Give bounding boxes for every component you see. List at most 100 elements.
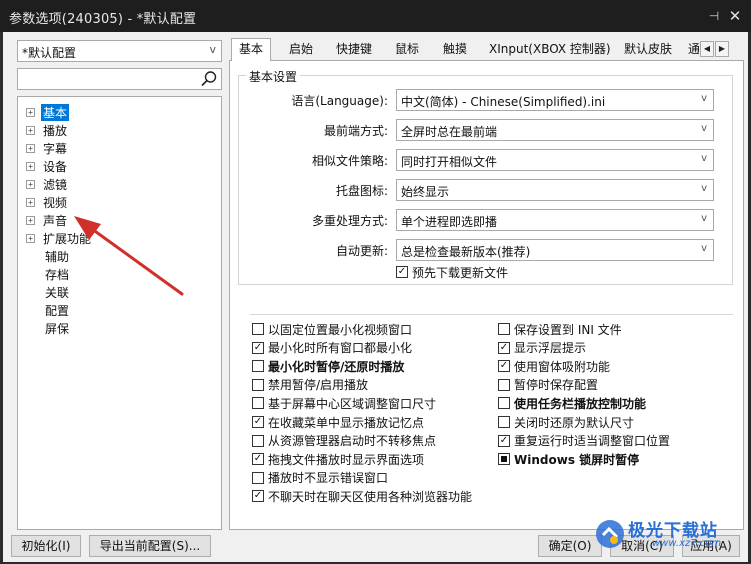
option-checkbox[interactable]: ✓ 使用窗体吸附功能 (498, 358, 610, 374)
chevron-down-icon: v (701, 213, 707, 224)
checkbox-box[interactable]: ✓ (498, 434, 510, 447)
similar-files-value: 同时打开相似文件 (401, 155, 498, 169)
tab-default-skin[interactable]: 默认皮肤 (617, 39, 679, 60)
option-label: Windows 锁屏时暂停 (514, 452, 640, 467)
similar-files-select[interactable]: 同时打开相似文件 v (396, 149, 714, 171)
topmost-select[interactable]: 全屏时总在最前端 v (396, 119, 714, 141)
predownload-checkbox[interactable]: ✓ 预先下载更新文件 (396, 264, 508, 280)
tab-startup[interactable]: 启始 (282, 39, 320, 60)
tab-mouse[interactable]: 鼠标 (388, 39, 426, 60)
tree-item-video[interactable]: + 视频 (26, 194, 69, 211)
option-checkbox[interactable]: 暂停时保存配置 (498, 377, 598, 393)
tree-item-subtitles[interactable]: + 字幕 (26, 140, 69, 157)
checkbox-box[interactable]: ✓ (498, 360, 510, 373)
option-checkbox[interactable]: 最小化时暂停/还原时播放 (252, 358, 404, 374)
checkbox-box[interactable]: ✓ (252, 490, 264, 503)
checkbox-box[interactable] (498, 453, 510, 466)
expand-icon[interactable]: + (26, 126, 35, 135)
option-label: 以固定位置最小化视频窗口 (268, 322, 413, 337)
tree-item-assist[interactable]: 辅助 (43, 248, 71, 265)
option-checkbox[interactable]: Windows 锁屏时暂停 (498, 451, 639, 467)
expand-icon[interactable]: + (26, 144, 35, 153)
option-label: 暂停时保存配置 (514, 378, 599, 393)
option-checkbox[interactable]: 播放时不显示错误窗口 (252, 470, 388, 486)
search-icon[interactable] (200, 70, 218, 88)
tab-xinput[interactable]: XInput(XBOX 控制器) (482, 39, 618, 60)
checkbox-box[interactable]: ✓ (252, 416, 264, 428)
multi-process-select[interactable]: 单个进程即选即播 v (396, 209, 714, 231)
option-label: 从资源管理器启动时不转移焦点 (268, 434, 437, 449)
tree-item-filters[interactable]: + 滤镜 (26, 176, 69, 193)
option-label: 拖拽文件播放时显示界面选项 (268, 452, 425, 467)
tab-touch[interactable]: 触摸 (436, 39, 474, 60)
tree-item-config[interactable]: 配置 (43, 302, 71, 319)
search-field[interactable] (17, 68, 222, 90)
language-select[interactable]: 中文(简体) - Chinese(Simplified).ini v (396, 89, 714, 111)
checkbox-box[interactable] (252, 360, 264, 373)
tree-item-screensaver[interactable]: 屏保 (43, 320, 71, 337)
tab-shortcuts[interactable]: 快捷键 (329, 39, 379, 60)
tree-item-label: 辅助 (45, 250, 70, 264)
tree-item-playback[interactable]: + 播放 (26, 122, 69, 139)
expand-icon[interactable]: + (26, 108, 35, 117)
profile-select[interactable]: *默认配置 v (17, 40, 222, 62)
expand-icon[interactable]: + (26, 198, 35, 207)
option-checkbox[interactable]: 关闭时还原为默认尺寸 (498, 414, 634, 430)
tree-item-extensions[interactable]: + 扩展功能 (26, 230, 93, 247)
tab-scroll-left-icon[interactable]: ◀ (700, 41, 714, 57)
expand-icon[interactable]: + (26, 216, 35, 225)
option-checkbox[interactable]: 禁用暂停/启用播放 (252, 377, 368, 393)
tree-item-basic[interactable]: + 基本 (26, 104, 70, 121)
search-input[interactable] (21, 71, 199, 87)
expand-icon[interactable]: + (26, 234, 35, 243)
checkbox-box[interactable] (498, 397, 510, 410)
tree-item-audio[interactable]: + 声音 (26, 212, 69, 229)
checkbox-box[interactable] (252, 397, 264, 410)
option-checkbox[interactable]: 从资源管理器启动时不转移焦点 (252, 433, 436, 449)
option-checkbox[interactable]: 使用任务栏播放控制功能 (498, 395, 646, 411)
checkbox-box[interactable] (498, 378, 510, 391)
checkbox-box[interactable]: ✓ (252, 341, 264, 354)
checkbox-box[interactable]: ✓ (498, 341, 510, 354)
checkbox-box[interactable] (252, 323, 264, 335)
tree-item-association[interactable]: 关联 (43, 284, 71, 301)
checkbox-box[interactable]: ✓ (396, 266, 408, 278)
option-checkbox[interactable]: ✓ 在收藏菜单中显示播放记忆点 (252, 414, 424, 430)
option-checkbox[interactable]: 保存设置到 INI 文件 (498, 321, 622, 337)
option-checkbox[interactable]: ✓ 拖拽文件播放时显示界面选项 (252, 451, 424, 467)
option-checkbox[interactable]: ✓ 重复运行时适当调整窗口位置 (498, 433, 670, 449)
topmost-label: 最前端方式: (323, 124, 388, 138)
checkbox-box[interactable] (252, 434, 264, 447)
option-checkbox[interactable]: 以固定位置最小化视频窗口 (252, 321, 412, 337)
option-checkbox[interactable]: ✓ 最小化时所有窗口都最小化 (252, 340, 412, 356)
auto-update-select[interactable]: 总是检查最新版本(推荐) v (396, 239, 714, 261)
expand-icon[interactable]: + (26, 180, 35, 189)
checkbox-box[interactable] (498, 323, 510, 335)
checkbox-box[interactable] (252, 471, 264, 484)
tree-item-label: 播放 (43, 124, 68, 138)
tab-scroll-right-icon[interactable]: ▶ (715, 41, 729, 57)
option-label: 显示浮层提示 (514, 341, 587, 356)
option-checkbox[interactable]: ✓ 不聊天时在聊天区使用各种浏览器功能 (252, 488, 472, 504)
chevron-down-icon: v (701, 123, 707, 134)
tab-partial[interactable]: 通 (681, 39, 699, 60)
pin-icon[interactable]: ⊣ (707, 9, 721, 23)
expand-icon[interactable]: + (26, 162, 35, 171)
checkbox-box[interactable] (252, 378, 264, 391)
close-icon[interactable]: ✕ (725, 6, 745, 26)
init-button[interactable]: 初始化(I) (11, 535, 81, 557)
checkbox-box[interactable] (498, 416, 510, 428)
option-label: 重复运行时适当调整窗口位置 (514, 434, 671, 449)
tree-item-label: 配置 (45, 304, 70, 318)
tab-basic[interactable]: 基本 (231, 38, 272, 61)
option-checkbox[interactable]: 基于屏幕中心区域调整窗口尺寸 (252, 395, 436, 411)
tree-item-archive[interactable]: 存档 (43, 266, 71, 283)
tray-icon-select[interactable]: 始终显示 v (396, 179, 714, 201)
checkbox-box[interactable]: ✓ (252, 453, 264, 466)
tree-item-label: 设备 (43, 160, 68, 174)
tree-item-devices[interactable]: + 设备 (26, 158, 69, 175)
option-checkbox[interactable]: ✓ 显示浮层提示 (498, 340, 586, 356)
profile-select-value: *默认配置 (22, 46, 77, 60)
chevron-down-icon: v (701, 153, 707, 164)
export-config-button[interactable]: 导出当前配置(S)... (89, 535, 211, 557)
